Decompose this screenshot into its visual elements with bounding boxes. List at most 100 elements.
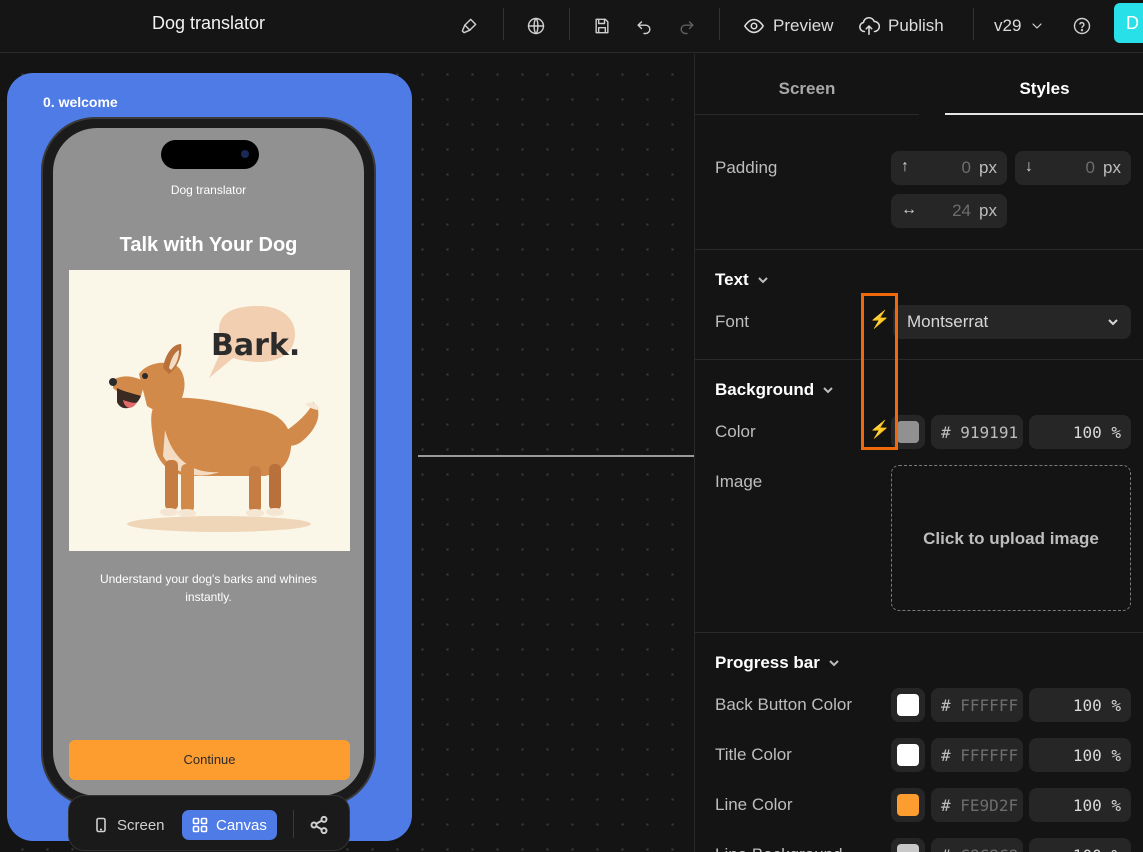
hex-value: FFFFFF xyxy=(960,746,1019,765)
color-swatch-fill xyxy=(897,844,919,852)
screen-view-button[interactable]: Screen xyxy=(83,810,175,840)
tab-screen[interactable]: Screen xyxy=(695,54,919,115)
help-icon[interactable] xyxy=(1067,11,1097,41)
hash-symbol: # xyxy=(941,846,951,852)
version-dropdown[interactable]: v29 xyxy=(994,11,1045,41)
toolbar-divider xyxy=(503,8,504,40)
preview-label: Preview xyxy=(773,16,834,35)
save-icon[interactable] xyxy=(587,11,617,41)
background-section-toggle[interactable]: Background xyxy=(715,380,834,400)
hex-input[interactable]: # FE9D2F xyxy=(931,788,1023,822)
phone-mockup: Dog translator Talk with Your Dog Bark. xyxy=(41,117,376,807)
percent-symbol: % xyxy=(1111,696,1121,715)
publish-button[interactable]: Publish xyxy=(858,11,944,41)
dynamic-island xyxy=(161,140,259,169)
screen-view-label: Screen xyxy=(117,816,165,834)
opacity-input[interactable]: 100 % xyxy=(1029,838,1131,852)
globe-icon[interactable] xyxy=(521,11,551,41)
percent-symbol: % xyxy=(1111,746,1121,765)
share-button[interactable] xyxy=(299,810,339,840)
continue-button[interactable]: Continue xyxy=(69,740,350,780)
phone-screen[interactable]: Dog translator Talk with Your Dog Bark. xyxy=(53,128,364,796)
color-swatch[interactable] xyxy=(891,838,925,852)
color-swatch[interactable] xyxy=(891,738,925,772)
chevron-down-icon xyxy=(823,387,833,394)
background-hex-input[interactable]: # 919191 xyxy=(931,415,1023,449)
hash-symbol: # xyxy=(941,423,951,442)
redo-icon[interactable] xyxy=(672,11,702,41)
progress-bar-section-title: Progress bar xyxy=(715,653,820,672)
app-title: Dog translator xyxy=(152,13,266,33)
background-color-label: Color xyxy=(715,422,756,441)
background-opacity-input[interactable]: 100 % xyxy=(1029,415,1131,449)
color-swatch-fill xyxy=(897,794,919,816)
opacity-value: 100 xyxy=(1072,796,1102,815)
upload-image-dropzone[interactable]: Click to upload image xyxy=(891,465,1131,611)
opacity-input[interactable]: 100 % xyxy=(1029,788,1131,822)
text-section-title: Text xyxy=(715,270,749,289)
color-swatch-fill xyxy=(897,694,919,716)
font-select-value: Montserrat xyxy=(907,312,989,331)
highlight-box xyxy=(861,293,898,450)
padding-horizontal-value: 24 xyxy=(952,201,971,220)
color-swatch-fill xyxy=(897,744,919,766)
hash-symbol: # xyxy=(941,746,951,765)
progress-bar-section-toggle[interactable]: Progress bar xyxy=(715,653,840,673)
padding-top-unit: px xyxy=(979,158,997,177)
hex-input[interactable]: # FFFFFF xyxy=(931,738,1023,772)
hex-value: FE9D2F xyxy=(960,796,1019,815)
background-section-title: Background xyxy=(715,380,815,399)
hex-input[interactable]: # FFFFFF xyxy=(931,688,1023,722)
progress-row-label: Back Button Color xyxy=(715,695,853,714)
hex-input[interactable]: # C8C8C8 xyxy=(931,838,1023,852)
brush-icon[interactable] xyxy=(454,11,484,41)
avatar[interactable]: D xyxy=(1114,3,1143,43)
screen-frame[interactable]: 0. welcome Dog translator Talk with Your… xyxy=(7,73,412,841)
padding-bottom-value: 0 xyxy=(1085,158,1095,177)
properties-panel: Screen Styles Padding ↑ 0 px ↓ 0 px ↔ 24… xyxy=(694,54,1143,852)
hash-symbol: # xyxy=(941,796,951,815)
share-icon xyxy=(310,815,328,835)
padding-label: Padding xyxy=(715,158,778,177)
hex-value: 919191 xyxy=(960,423,1019,442)
color-swatch[interactable] xyxy=(891,788,925,822)
divider xyxy=(695,249,1143,250)
screen-title[interactable]: Talk with Your Dog xyxy=(53,234,364,257)
color-swatch[interactable] xyxy=(891,688,925,722)
arrow-down-icon: ↓ xyxy=(1025,158,1033,175)
screen-header: Dog translator xyxy=(170,183,247,197)
font-label: Font xyxy=(715,312,750,331)
percent-symbol: % xyxy=(1111,846,1121,852)
chevron-down-icon xyxy=(1108,319,1118,326)
progress-row-label: Line Background xyxy=(715,845,843,852)
undo-icon[interactable] xyxy=(629,11,659,41)
opacity-input[interactable]: 100 % xyxy=(1029,738,1131,772)
font-select[interactable]: Montserrat xyxy=(893,305,1131,339)
progress-row-label: Line Color xyxy=(715,795,793,814)
hash-symbol: # xyxy=(941,696,951,715)
connector-line xyxy=(418,455,694,457)
chevron-down-icon xyxy=(1032,23,1042,29)
dog-illustration[interactable]: Bark. xyxy=(69,270,350,551)
padding-top-input[interactable]: ↑ 0 px xyxy=(891,151,1007,185)
canvas[interactable]: 0. welcome Dog translator Talk with Your… xyxy=(0,54,694,852)
grid-icon xyxy=(192,817,208,833)
bark-text: Bark. xyxy=(211,328,300,363)
opacity-value: 100 xyxy=(1072,423,1102,442)
screen-description[interactable]: Understand your dog's barks and whines i… xyxy=(83,570,334,606)
background-image-label: Image xyxy=(715,472,763,491)
phone-icon xyxy=(96,817,106,833)
padding-bottom-input[interactable]: ↓ 0 px xyxy=(1015,151,1131,185)
canvas-view-button[interactable]: Canvas xyxy=(182,810,277,840)
opacity-value: 100 xyxy=(1072,746,1102,765)
divider xyxy=(695,632,1143,633)
progress-row-label: Title Color xyxy=(715,745,792,764)
preview-button[interactable]: Preview xyxy=(743,11,833,41)
text-section-toggle[interactable]: Text xyxy=(715,270,769,290)
percent-symbol: % xyxy=(1111,423,1121,442)
opacity-input[interactable]: 100 % xyxy=(1029,688,1131,722)
padding-horizontal-input[interactable]: ↔ 24 px xyxy=(891,194,1007,228)
camera-icon xyxy=(241,150,249,158)
tab-styles[interactable]: Styles xyxy=(945,54,1143,115)
canvas-view-label: Canvas xyxy=(216,816,267,834)
